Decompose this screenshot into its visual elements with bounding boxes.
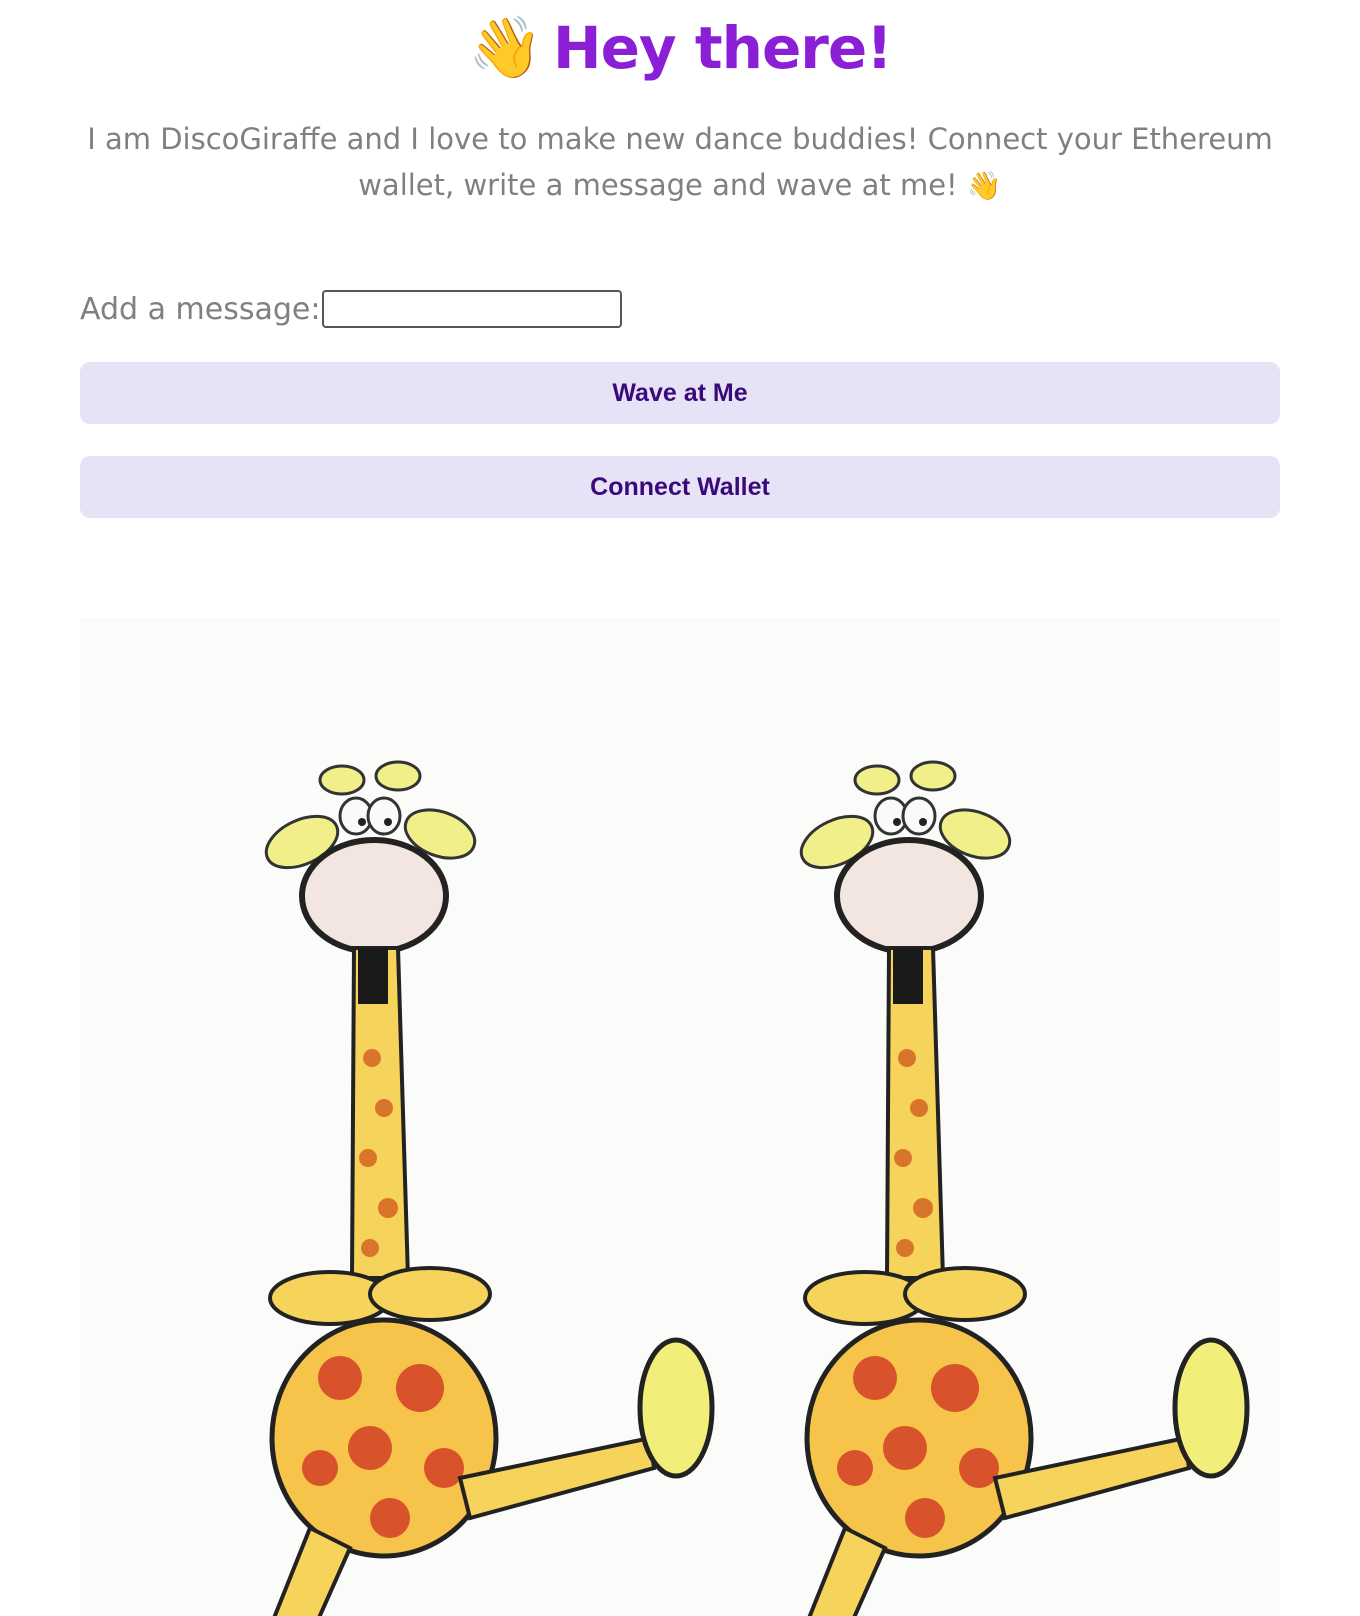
message-label: Add a message: [80,291,321,327]
giraffe-left [228,762,712,1616]
message-row: Add a message: [80,288,623,330]
page-header: 👋 Hey there! [0,8,1360,88]
waving-hand-icon: 👋 [468,14,544,81]
connect-wallet-button[interactable]: Connect Wallet [80,456,1280,518]
page: 👋 Hey there! I am DiscoGiraffe and I lov… [0,0,1360,1616]
giraffe-right [763,762,1247,1616]
giraffes-illustration [80,618,1280,1616]
message-input[interactable] [322,290,623,328]
waving-hand-small-icon: 👋 [966,169,1002,202]
dancing-giraffes-image [80,618,1280,1616]
intro-text-body: I am DiscoGiraffe and I love to make new… [87,122,1273,202]
page-title: Hey there! [553,14,893,82]
intro-text: I am DiscoGiraffe and I love to make new… [80,116,1280,209]
wave-button[interactable]: Wave at Me [80,362,1280,424]
